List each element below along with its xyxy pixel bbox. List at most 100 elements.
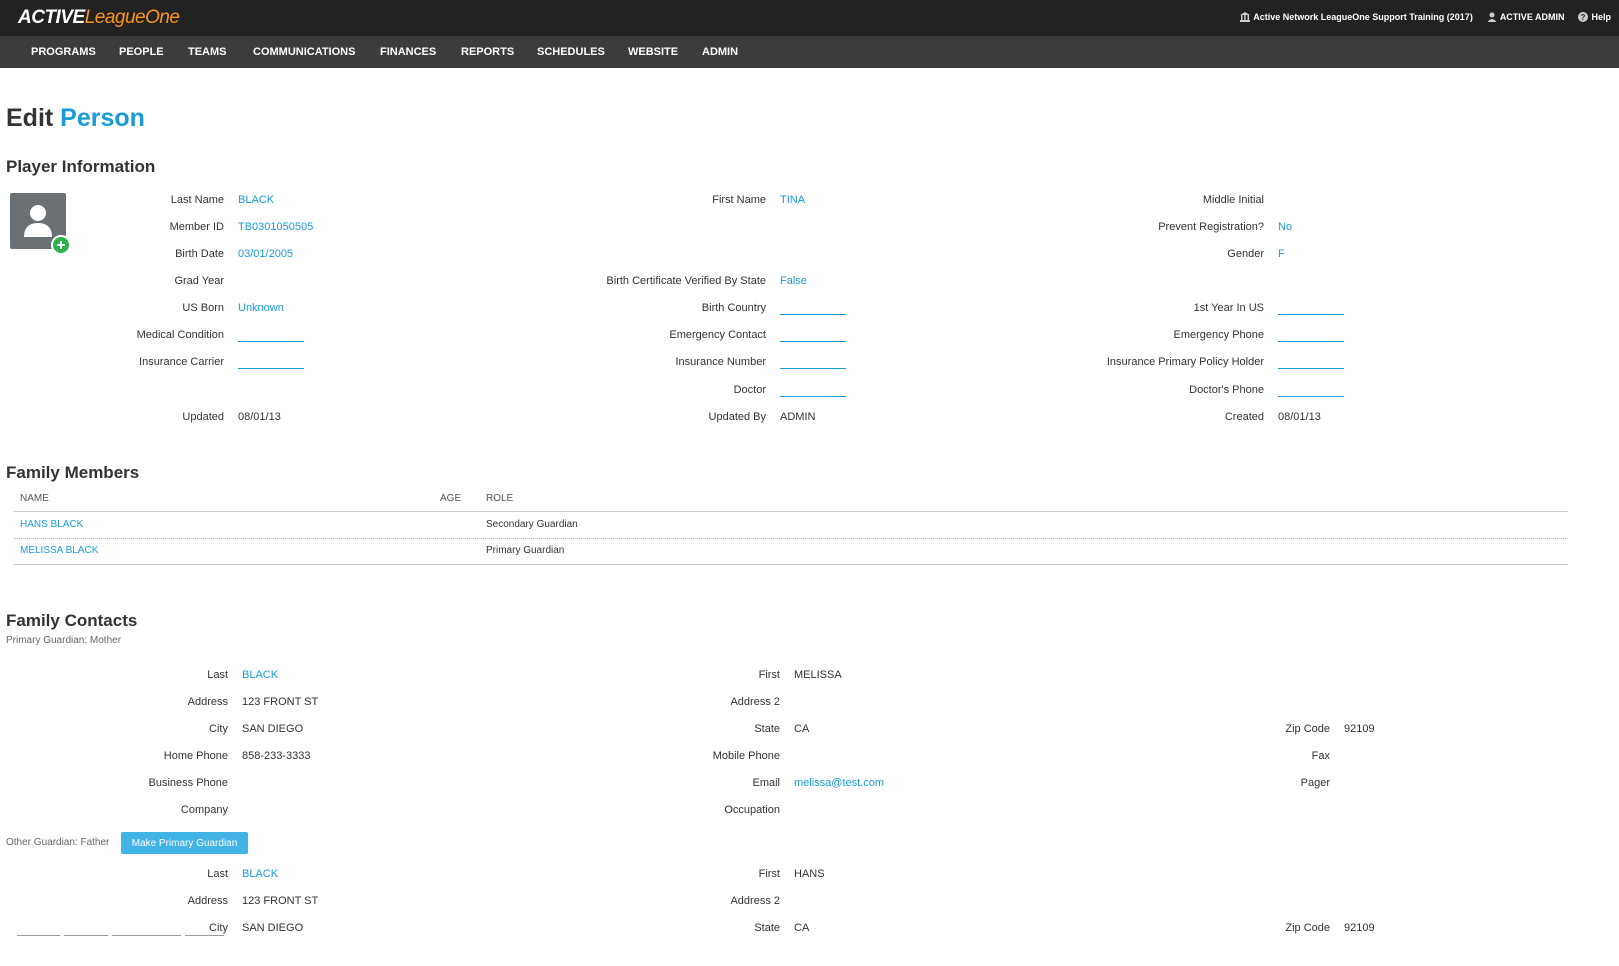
nav-admin[interactable]: ADMIN (702, 46, 738, 58)
nav-programs[interactable]: PROGRAMS (31, 46, 96, 58)
address-label: Address (187, 696, 228, 708)
insurance-primary-policy-holder-field[interactable] (1278, 368, 1344, 369)
updated-by-value: ADMIN (780, 411, 816, 423)
member-id-label: Member ID (169, 221, 224, 233)
row-divider (14, 538, 1568, 539)
table-bottom-border (14, 564, 1568, 565)
nav-people[interactable]: PEOPLE (119, 46, 164, 58)
add-photo-icon[interactable] (51, 235, 71, 255)
doctor-field[interactable] (780, 396, 846, 397)
email-value[interactable]: melissa@test.com (794, 777, 884, 789)
first-name-value[interactable]: TINA (780, 194, 805, 206)
other-guardian-caption: Other Guardian: Father (6, 837, 110, 848)
nav-website[interactable]: WEBSITE (628, 46, 678, 58)
address-value: 123 FRONT ST (242, 895, 319, 907)
last-value[interactable]: BLACK (242, 868, 278, 880)
city-label: City (209, 723, 228, 735)
zip-code-label: Zip Code (1285, 723, 1330, 735)
doctor-s-phone-label: Doctor's Phone (1189, 384, 1264, 396)
main-nav: PROGRAMS PEOPLE TEAMS COMMUNICATIONS FIN… (0, 36, 1619, 68)
1st-year-in-us-field[interactable] (1278, 314, 1344, 315)
page-title: Edit Person (6, 104, 145, 133)
underline-decor (17, 935, 60, 936)
gender-value[interactable]: F (1278, 248, 1285, 260)
middle-initial-label: Middle Initial (1202, 194, 1264, 206)
zip-code-value: 92109 (1344, 723, 1375, 735)
member-id-value[interactable]: TB0301050505 (238, 221, 313, 233)
help-label: Help (1591, 12, 1611, 22)
page-title-accent: Person (60, 104, 145, 132)
doctor-s-phone-field[interactable] (1278, 396, 1344, 397)
svg-text:?: ? (1581, 13, 1586, 22)
gender-label: Gender (1227, 248, 1264, 260)
birth-country-label: Birth Country (701, 302, 766, 314)
home-phone-label: Home Phone (163, 750, 228, 762)
insurance-carrier-field[interactable] (238, 368, 304, 369)
page-title-prefix: Edit (6, 104, 54, 132)
state-value: CA (794, 922, 810, 934)
first-label: First (758, 868, 780, 880)
emergency-phone-field[interactable] (1278, 341, 1344, 342)
first-value: MELISSA (794, 669, 842, 681)
user-menu[interactable]: ACTIVE ADMIN (1487, 12, 1565, 22)
us-born-label: US Born (182, 302, 224, 314)
help-icon: ? (1578, 12, 1589, 22)
address-label: Address (187, 895, 228, 907)
help-link[interactable]: ? Help (1578, 12, 1611, 22)
home-phone-value: 858-233-3333 (242, 750, 311, 762)
user-name: ACTIVE ADMIN (1499, 12, 1565, 22)
col-header-age[interactable]: AGE (440, 493, 461, 504)
created-label: Created (1224, 411, 1264, 423)
nav-reports[interactable]: REPORTS (461, 46, 514, 58)
occupation-label: Occupation (724, 804, 780, 816)
emergency-phone-label: Emergency Phone (1173, 329, 1265, 341)
business-phone-label: Business Phone (148, 777, 229, 789)
top-links: Active Network LeagueOne Support Trainin… (1240, 12, 1611, 22)
birth-country-field[interactable] (780, 314, 846, 315)
org-link[interactable]: Active Network LeagueOne Support Trainin… (1240, 12, 1473, 22)
user-icon (1487, 12, 1497, 22)
emergency-contact-field[interactable] (780, 341, 846, 342)
company-label: Company (180, 804, 228, 816)
nav-finances[interactable]: FINANCES (380, 46, 436, 58)
zip-code-value: 92109 (1344, 922, 1375, 934)
nav-communications[interactable]: COMMUNICATIONS (253, 46, 355, 58)
member-role: Primary Guardian (486, 545, 565, 556)
email-label: Email (752, 777, 780, 789)
nav-schedules[interactable]: SCHEDULES (537, 46, 605, 58)
doctor-label: Doctor (733, 384, 766, 396)
first-value: HANS (794, 868, 825, 880)
app-logo[interactable]: ACTIVELeagueOne (18, 7, 180, 29)
city-label: City (209, 922, 228, 934)
last-label: Last (207, 868, 228, 880)
state-value: CA (794, 723, 810, 735)
address-2-label: Address 2 (730, 895, 780, 907)
top-bar: ACTIVELeagueOne Active Network LeagueOne… (0, 0, 1619, 36)
birth-certificate-verified-by-state-value[interactable]: False (780, 275, 807, 287)
city-value: SAN DIEGO (242, 922, 304, 934)
last-name-value[interactable]: BLACK (238, 194, 274, 206)
updated-value: 08/01/13 (238, 411, 281, 423)
col-header-role[interactable]: ROLE (486, 493, 513, 504)
col-header-name[interactable]: NAME (20, 493, 49, 504)
nav-teams[interactable]: TEAMS (188, 46, 227, 58)
make-primary-guardian-button[interactable]: Make Primary Guardian (121, 832, 248, 854)
created-value: 08/01/13 (1278, 411, 1321, 423)
prevent-registration-label: Prevent Registration? (1158, 221, 1264, 233)
first-name-label: First Name (712, 194, 766, 206)
medical-condition-label: Medical Condition (136, 329, 224, 341)
family-members-heading: Family Members (6, 463, 140, 482)
member-name-link[interactable]: MELISSA BLACK (20, 545, 98, 556)
insurance-number-field[interactable] (780, 368, 846, 369)
underline-decor (185, 935, 224, 936)
member-name-link[interactable]: HANS BLACK (20, 519, 83, 530)
player-info-heading: Player Information (6, 157, 156, 176)
us-born-value[interactable]: Unknown (238, 302, 284, 314)
prevent-registration-value[interactable]: No (1278, 221, 1292, 233)
city-value: SAN DIEGO (242, 723, 304, 735)
birth-date-value[interactable]: 03/01/2005 (238, 248, 293, 260)
pager-label: Pager (1300, 777, 1330, 789)
medical-condition-field[interactable] (238, 341, 304, 342)
last-value[interactable]: BLACK (242, 669, 278, 681)
last-label: Last (207, 669, 228, 681)
